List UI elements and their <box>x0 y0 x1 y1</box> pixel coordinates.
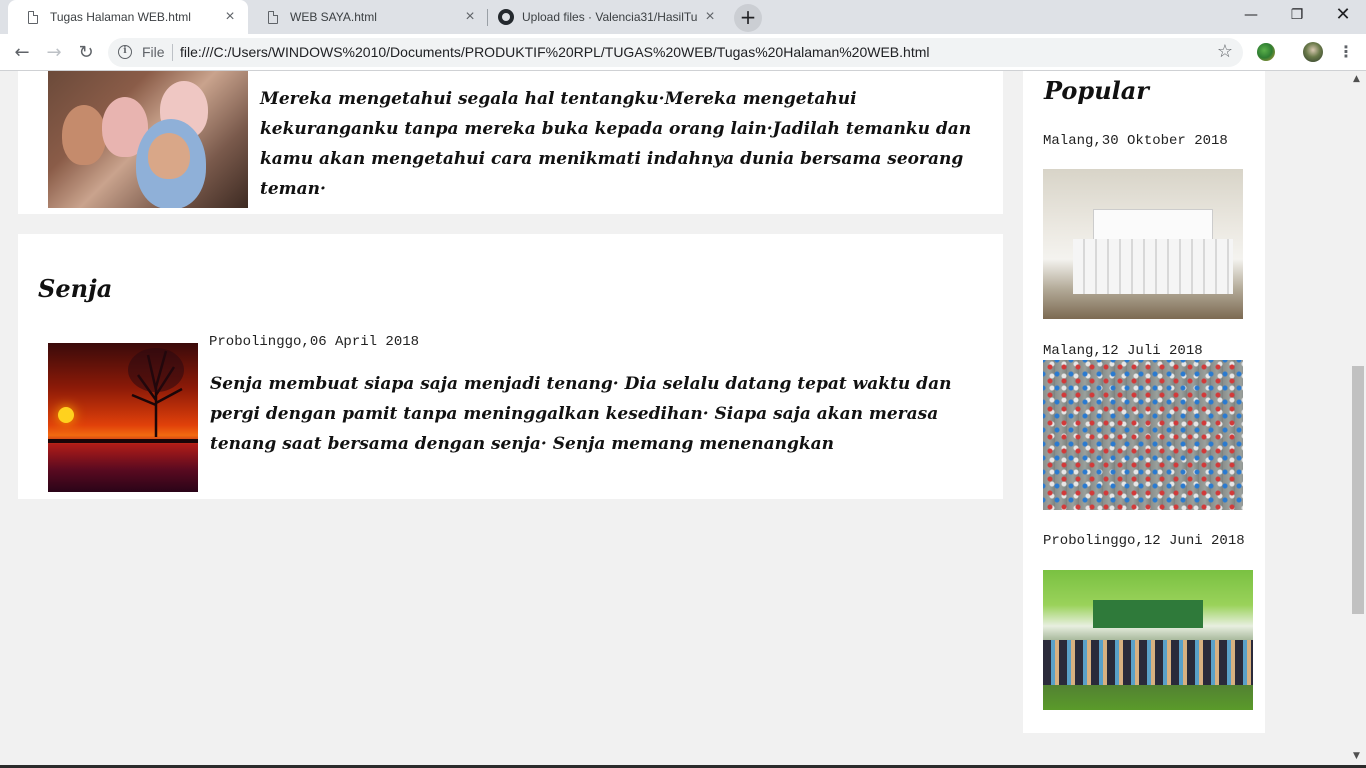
browser-toolbar: ← → ↻ i File file:///C:/Users/WINDOWS%20… <box>0 34 1366 71</box>
sunset-photo <box>48 343 198 492</box>
face-shape <box>62 105 106 165</box>
popular-item-date: Malang,30 Oktober 2018 <box>1043 133 1228 149</box>
scroll-down-arrow-icon[interactable]: ▼ <box>1353 751 1360 761</box>
url-scheme: File <box>142 44 165 60</box>
tab-tugas-halaman-web[interactable]: Tugas Halaman WEB.html × <box>8 0 248 34</box>
sidebar-title: Popular <box>1044 76 1149 105</box>
document-icon <box>268 10 278 24</box>
scroll-thumb[interactable] <box>1352 366 1364 614</box>
post-text: Mereka mengetahui segala hal tentangku·M… <box>260 89 972 199</box>
banner-shape <box>1093 600 1203 628</box>
tab-web-saya[interactable]: WEB SAYA.html × <box>248 0 488 34</box>
post-card-friends: Mereka mengetahui segala hal tentangku·M… <box>18 71 1003 214</box>
tab-title: WEB SAYA.html <box>290 10 377 24</box>
close-icon[interactable]: × <box>462 9 478 25</box>
popular-photo-classroom[interactable] <box>1043 169 1243 319</box>
extension-icon[interactable] <box>1257 43 1275 61</box>
bookmark-star-icon[interactable]: ☆ <box>1217 41 1233 62</box>
popular-photo-group[interactable] <box>1043 570 1253 710</box>
post-text: Senja membuat siapa saja menjadi tenang·… <box>210 374 952 454</box>
back-button[interactable]: ← <box>8 39 36 67</box>
sun-shape <box>58 407 74 423</box>
crowd-pattern <box>1043 360 1243 510</box>
github-icon <box>498 9 514 25</box>
vertical-scrollbar[interactable]: ▲ ▼ <box>1350 71 1366 768</box>
face-shape <box>148 133 190 179</box>
close-icon[interactable]: × <box>702 9 718 25</box>
post-title: Senja <box>38 274 113 303</box>
minimize-button[interactable]: — <box>1228 0 1274 30</box>
island-silhouette <box>48 439 198 443</box>
address-bar[interactable]: i File file:///C:/Users/WINDOWS%2010/Doc… <box>108 38 1243 67</box>
info-icon[interactable]: i <box>118 45 132 59</box>
browser-tab-strip: Tugas Halaman WEB.html × WEB SAYA.html ×… <box>0 0 1366 34</box>
scroll-up-arrow-icon[interactable]: ▲ <box>1353 74 1360 84</box>
popular-item-date: Probolinggo,12 Juni 2018 <box>1043 533 1245 549</box>
close-window-button[interactable]: ✕ <box>1320 0 1366 30</box>
tab-title: Tugas Halaman WEB.html <box>50 10 191 24</box>
page-viewport: Mereka mengetahui segala hal tentangku·M… <box>0 71 1350 768</box>
url-separator <box>172 44 173 61</box>
forward-button[interactable]: → <box>40 39 68 67</box>
close-icon[interactable]: × <box>222 9 238 25</box>
reload-button[interactable]: ↻ <box>72 39 100 67</box>
popular-photo-field[interactable] <box>1043 360 1243 510</box>
menu-icon[interactable]: ⋮ <box>1338 39 1354 65</box>
people-row <box>1043 640 1253 685</box>
profile-avatar[interactable] <box>1303 42 1323 62</box>
post-date: Probolinggo,06 April 2018 <box>209 334 420 350</box>
tab-title: Upload files · Valencia31/HasilTu <box>522 10 698 24</box>
tree-silhouette <box>128 348 184 437</box>
post-card-senja: Senja Probolinggo,06 April 2018 Senja me… <box>18 234 1003 499</box>
popular-sidebar: Popular Malang,30 Oktober 2018 Malang,12… <box>1023 71 1265 733</box>
restore-button[interactable]: ❐ <box>1274 0 1320 30</box>
friends-photo <box>48 71 248 208</box>
url-text[interactable]: file:///C:/Users/WINDOWS%2010/Documents/… <box>180 44 930 60</box>
new-tab-button[interactable]: + <box>734 4 762 32</box>
tab-github-upload[interactable]: Upload files · Valencia31/HasilTu × <box>488 0 728 34</box>
popular-item-date: Malang,12 Juli 2018 <box>1043 343 1203 359</box>
document-icon <box>28 10 38 24</box>
students-group <box>1073 239 1233 294</box>
